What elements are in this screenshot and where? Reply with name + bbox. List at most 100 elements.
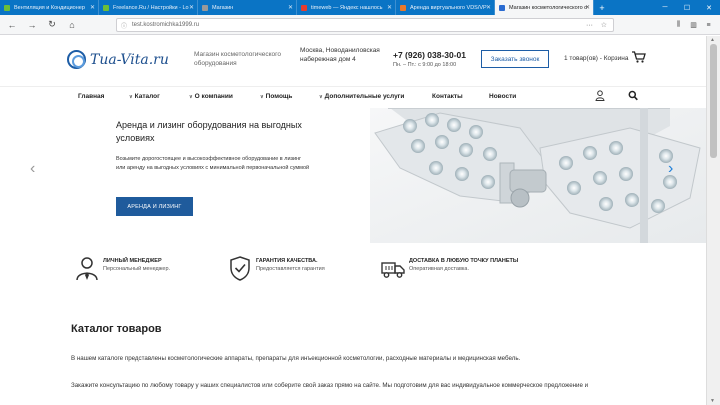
store-address: Москва, Новоданиловская набережная дом 4 xyxy=(300,47,380,63)
page-scrollbar[interactable]: ▲ ▼ xyxy=(706,36,720,405)
menu-item-label: Дополнительные услуги xyxy=(324,93,405,100)
browser-tab-active[interactable]: Магазин косметологического о ✕ xyxy=(495,0,594,15)
menu-item-news[interactable]: Новости xyxy=(489,93,516,100)
browser-tab[interactable]: Freelance.Ru / Настройки - Lo ✕ xyxy=(99,0,198,15)
logo-text: Tua-Vita.ru xyxy=(90,51,169,68)
logo-mark-icon xyxy=(67,50,86,69)
search-icon[interactable] xyxy=(628,90,638,101)
hero-title: Аренда и лизинг оборудования на выгодных… xyxy=(116,120,302,143)
home-icon[interactable]: ⌂ xyxy=(64,17,80,33)
feature-delivery: ДОСТАВКА В ЛЮБУЮ ТОЧКУ ПЛАНЕТЫ Оперативн… xyxy=(380,255,560,285)
tab-label: Аренда виртуального VDS/VP xyxy=(410,4,487,11)
catalog-consult-text: Закажите консультацию по любому товару у… xyxy=(71,382,589,389)
browser-toolbar: ← → ↻ ⌂ ⓘ test.kostromichka1999.ru ··· ☆… xyxy=(0,15,720,35)
browser-tab[interactable]: Вентиляция и Кондиционер ✕ xyxy=(0,0,99,15)
menu-item-services[interactable]: ∨ Дополнительные услуги xyxy=(319,93,404,100)
slider-prev-arrow-icon[interactable]: ‹ xyxy=(30,160,35,178)
phone-number[interactable]: +7 (926) 038-30-01 xyxy=(393,50,466,60)
tab-close-icon[interactable]: ✕ xyxy=(90,4,95,11)
surgical-lamp-image xyxy=(370,108,706,243)
page-actions-icon[interactable]: ··· xyxy=(586,22,593,29)
menu-item-label: Каталог xyxy=(134,93,160,100)
feature-quality: ГАРАНТИЯ КАЧЕСТВА. Предоставляется гаран… xyxy=(227,255,367,285)
user-account-icon[interactable] xyxy=(595,90,605,101)
hero-slider: Аренда и лизинг оборудования на выгодных… xyxy=(0,108,706,243)
delivery-truck-icon xyxy=(381,262,405,278)
site-tagline: Магазин косметологического оборудования xyxy=(194,51,282,67)
tab-favicon-icon xyxy=(103,4,109,11)
minimize-icon[interactable]: ─ xyxy=(654,0,676,15)
browser-tab-bar: Вентиляция и Кондиционер ✕ Freelance.Ru /… xyxy=(0,0,720,15)
tab-close-icon[interactable]: ✕ xyxy=(585,4,590,11)
scroll-down-icon[interactable]: ▼ xyxy=(710,398,715,404)
back-icon[interactable]: ← xyxy=(4,17,20,33)
working-hours: Пн. – Пт.: с 9:00 до 18:00 xyxy=(393,62,457,68)
menu-item-label: Контакты xyxy=(432,93,463,100)
feature-desc: Предоставляется гарантия xyxy=(256,266,325,272)
leasing-button[interactable]: АРЕНДА И ЛИЗИНГ xyxy=(116,197,193,216)
window-controls: ─ ☐ ✕ xyxy=(654,0,720,15)
menu-item-label: Помощь xyxy=(265,93,293,100)
tab-close-icon[interactable]: ✕ xyxy=(486,4,491,11)
browser-tab[interactable]: Магазин ✕ xyxy=(198,0,297,15)
browser-tab[interactable]: timeweb — Яндекс нашлось ✕ xyxy=(297,0,396,15)
menu-item-home[interactable]: Главная xyxy=(78,93,104,100)
chevron-down-icon: ∨ xyxy=(189,94,193,100)
menu-item-contacts[interactable]: Контакты xyxy=(432,93,463,100)
feature-title: ЛИЧНЫЙ МЕНЕДЖЕР xyxy=(103,258,162,264)
url-text: test.kostromichka1999.ru xyxy=(132,22,200,28)
new-tab-icon[interactable]: + xyxy=(594,0,610,15)
tab-close-icon[interactable]: ✕ xyxy=(189,4,194,11)
cart-icon[interactable] xyxy=(632,51,646,63)
tab-favicon-icon xyxy=(202,4,208,11)
tab-label: Freelance.Ru / Настройки - Lo xyxy=(113,4,189,11)
shield-check-icon xyxy=(230,256,250,281)
catalog-heading: Каталог товаров xyxy=(71,323,162,335)
browser-tab[interactable]: Аренда виртуального VDS/VP ✕ xyxy=(396,0,495,15)
tab-favicon-icon xyxy=(400,4,406,11)
catalog-intro-text: В нашем каталоге представлены косметолог… xyxy=(71,355,521,362)
tab-close-icon[interactable]: ✕ xyxy=(387,4,392,11)
forward-icon[interactable]: → xyxy=(24,17,40,33)
chevron-down-icon: ∨ xyxy=(319,94,323,100)
feature-desc: Оперативная доставка. xyxy=(409,266,469,272)
menu-item-about[interactable]: ∨ О компании xyxy=(189,93,233,100)
menu-item-label: Главная xyxy=(78,93,105,100)
chevron-down-icon: ∨ xyxy=(129,94,133,100)
scroll-thumb[interactable] xyxy=(710,44,717,158)
sidebar-icon[interactable]: ▥ xyxy=(686,17,701,33)
menu-item-help[interactable]: ∨ Помощь xyxy=(260,93,292,100)
hero-description: Возьмите дорогостоящее и высокоэффективн… xyxy=(116,156,310,171)
feature-desc: Персональный менеджер. xyxy=(103,266,171,272)
manager-icon xyxy=(76,257,98,281)
menu-item-label: Новости xyxy=(489,93,517,100)
scroll-up-icon[interactable]: ▲ xyxy=(710,37,715,43)
tab-label: Магазин косметологического о xyxy=(509,4,588,11)
site-header: Tua-Vita.ru Магазин косметологического о… xyxy=(0,36,706,85)
tab-label: Вентиляция и Кондиционер xyxy=(14,4,85,11)
tab-favicon-icon xyxy=(4,4,10,11)
menu-item-catalog[interactable]: ∨ Каталог xyxy=(129,93,160,100)
maximize-icon[interactable]: ☐ xyxy=(676,0,698,15)
bookmark-star-icon[interactable]: ☆ xyxy=(601,21,607,29)
tab-favicon-icon xyxy=(499,4,505,11)
order-call-button[interactable]: Заказать звонок xyxy=(481,50,549,68)
window-close-icon[interactable]: ✕ xyxy=(698,0,720,15)
menu-item-label: О компании xyxy=(194,93,233,100)
feature-title: ДОСТАВКА В ЛЮБУЮ ТОЧКУ ПЛАНЕТЫ xyxy=(409,258,519,264)
reload-icon[interactable]: ↻ xyxy=(44,17,60,33)
menu-hamburger-icon[interactable]: ≡ xyxy=(701,17,716,33)
library-icon[interactable]: ⫼ xyxy=(671,17,686,33)
site-logo[interactable]: Tua-Vita.ru xyxy=(67,50,169,69)
tab-favicon-icon xyxy=(301,4,307,11)
tab-close-icon[interactable]: ✕ xyxy=(288,4,293,11)
cart-link[interactable]: 1 товар(ов) - Корзина xyxy=(564,55,628,62)
feature-title: ГАРАНТИЯ КАЧЕСТВА. xyxy=(256,258,318,264)
tab-label: timeweb — Яндекс нашлось xyxy=(311,4,383,11)
url-bar[interactable]: ⓘ test.kostromichka1999.ru ··· ☆ xyxy=(116,18,614,32)
tab-label: Магазин xyxy=(212,4,234,11)
chevron-down-icon: ∨ xyxy=(260,94,264,100)
feature-manager: ЛИЧНЫЙ МЕНЕДЖЕР Персональный менеджер. xyxy=(74,255,234,285)
slider-next-arrow-icon[interactable]: › xyxy=(668,160,673,178)
site-info-icon[interactable]: ⓘ xyxy=(121,21,127,30)
